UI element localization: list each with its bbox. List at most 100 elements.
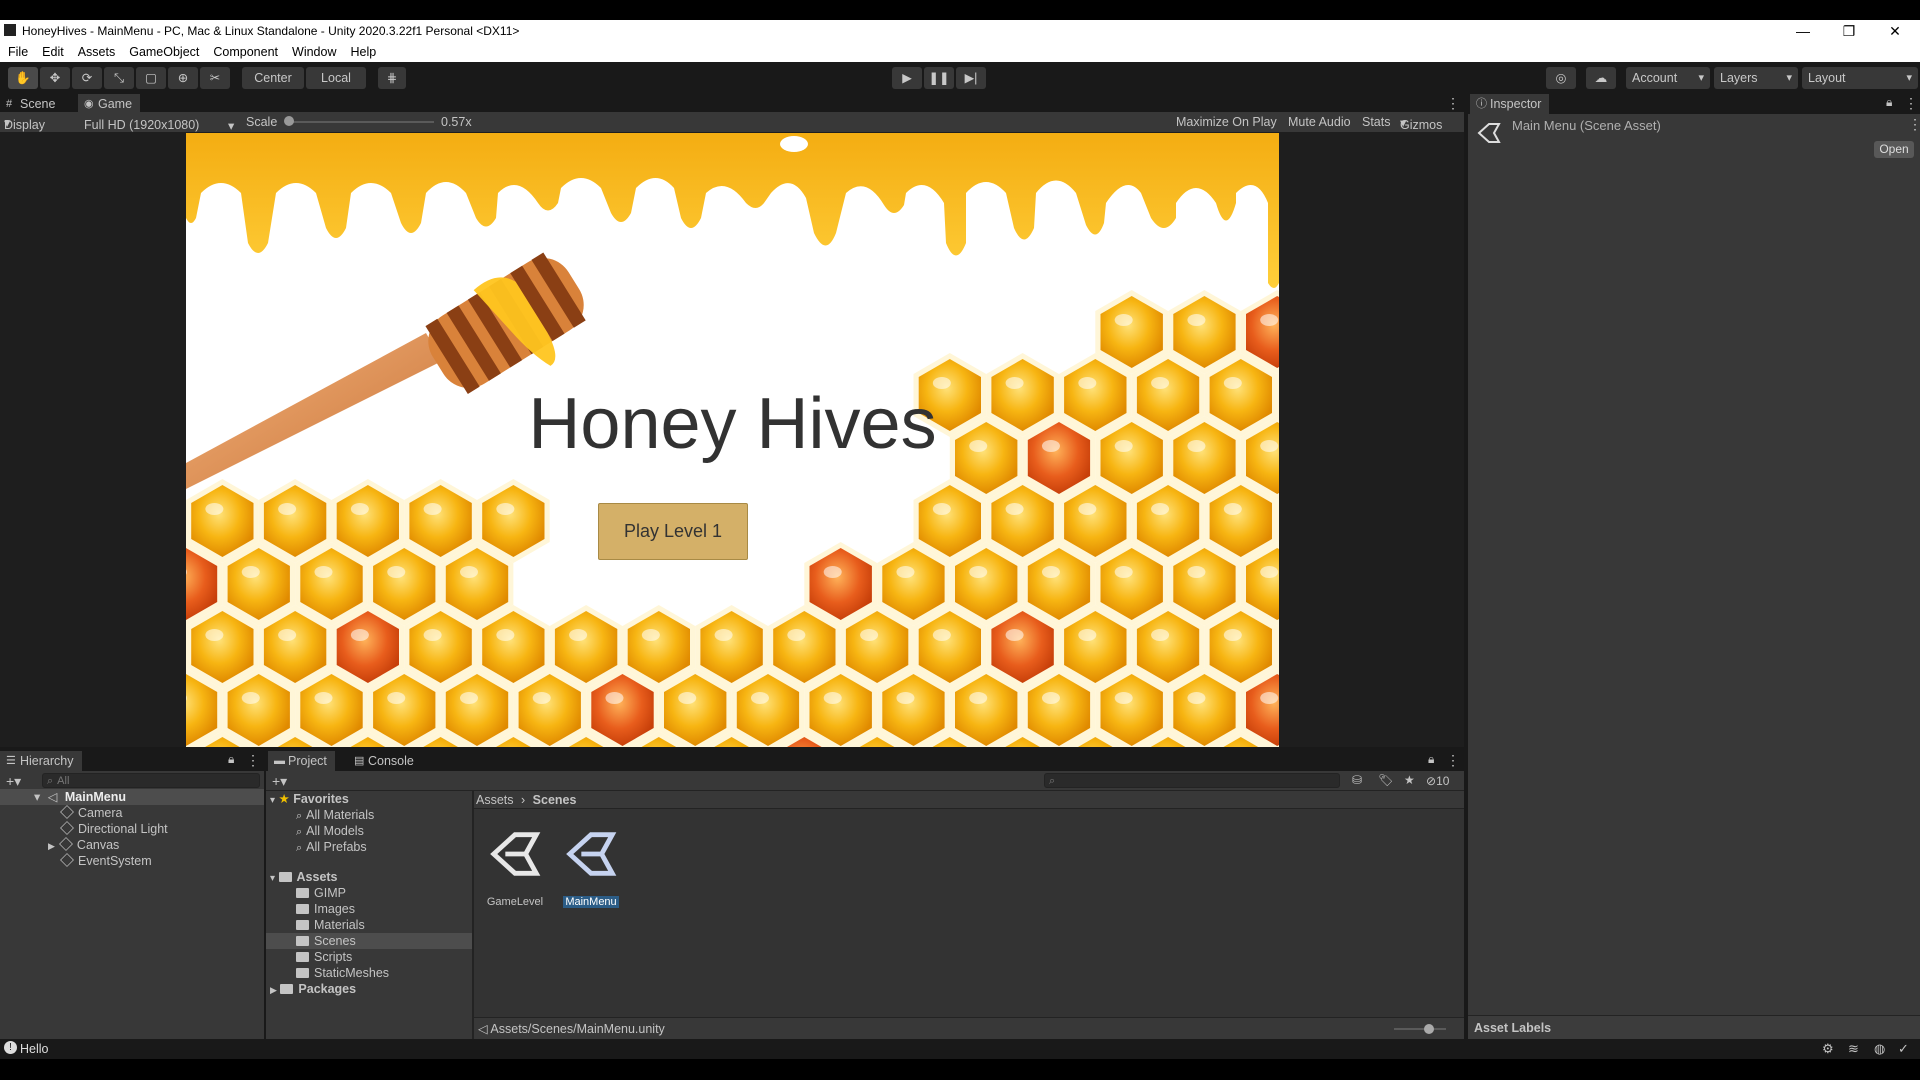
step-button[interactable]: ▶| xyxy=(956,67,986,89)
menu-help[interactable]: Help xyxy=(350,42,376,62)
favorites-row[interactable]: ▾ ★ Favorites xyxy=(270,791,349,807)
collab-icon[interactable]: ◎ xyxy=(1546,67,1576,89)
maximize-on-play-toggle[interactable]: Maximize On Play xyxy=(1176,115,1277,129)
menu-file[interactable]: File xyxy=(8,42,28,62)
close-button[interactable]: ✕ xyxy=(1872,20,1918,42)
layout-dropdown[interactable]: Layout xyxy=(1802,67,1918,89)
gizmos-dropdown[interactable]: Gizmos ▾ xyxy=(1400,115,1442,132)
hierarchy-scene-row[interactable]: ▾ ◁ MainMenu xyxy=(0,789,264,805)
hierarchy-panel: +▾ ⌕ All ▾ ◁ MainMenu Camera Directional … xyxy=(0,771,264,1039)
favorite-all-models[interactable]: ⌕ All Models xyxy=(296,823,364,839)
breadcrumb-root[interactable]: Assets xyxy=(476,793,514,807)
grid-snap-icon[interactable]: ⋕ xyxy=(378,67,406,89)
hierarchy-item-eventsystem[interactable]: EventSystem xyxy=(60,853,152,869)
add-object-button[interactable]: +▾ xyxy=(6,773,21,790)
folder-images[interactable]: Images xyxy=(296,901,355,917)
scale-tool-icon[interactable]: ⤡ xyxy=(104,67,134,89)
menu-assets[interactable]: Assets xyxy=(78,42,116,62)
pause-button[interactable]: ❚❚ xyxy=(924,67,954,89)
tab-project[interactable]: ▬ Project xyxy=(268,751,335,771)
hidden-packages-toggle[interactable]: ⊘10 xyxy=(1426,774,1449,788)
tab-inspector[interactable]: ⓘ Inspector xyxy=(1470,94,1550,114)
expand-arrow-icon[interactable]: ▾ xyxy=(270,795,275,806)
play-button[interactable]: ▶ xyxy=(892,67,922,89)
pivot-center-button[interactable]: Center xyxy=(242,67,304,89)
filter-by-label-icon[interactable]: 🏷︎ xyxy=(1378,773,1393,787)
tab-game[interactable]: ◉ Game xyxy=(78,94,141,114)
rotate-tool-icon[interactable]: ⟳ xyxy=(72,67,102,89)
rect-tool-icon[interactable]: ▢ xyxy=(136,67,166,89)
asset-kebab-icon[interactable]: ⋮ xyxy=(1908,116,1920,133)
favorite-star-icon[interactable]: ★ xyxy=(1404,773,1415,787)
hierarchy-search-input[interactable]: ⌕ All xyxy=(42,773,260,788)
hierarchy-item-label: Camera xyxy=(78,806,123,820)
layers-dropdown[interactable]: Layers xyxy=(1714,67,1798,89)
display-dropdown[interactable]: Display 1 ▾ xyxy=(4,115,45,146)
cloud-icon[interactable]: ☁ xyxy=(1586,67,1616,89)
expand-arrow-icon[interactable]: ▶ xyxy=(270,985,277,995)
project-lock-icon[interactable]: 🔒︎ xyxy=(1428,752,1434,767)
hierarchy-kebab-icon[interactable]: ⋮ xyxy=(246,752,260,769)
tab-console-label: Console xyxy=(368,754,414,768)
menu-gameobject[interactable]: GameObject xyxy=(129,42,199,62)
icon-size-slider-handle[interactable] xyxy=(1424,1024,1434,1034)
progress-icon[interactable]: ≋ xyxy=(1848,1041,1859,1057)
expand-arrow-icon[interactable]: ▶ xyxy=(48,841,55,851)
menu-component[interactable]: Component xyxy=(213,42,278,62)
hierarchy-item-canvas[interactable]: ▶ Canvas xyxy=(48,837,119,853)
hand-tool-icon[interactable]: ✋ xyxy=(8,67,38,89)
account-dropdown[interactable]: Account xyxy=(1626,67,1710,89)
menu-window[interactable]: Window xyxy=(292,42,336,62)
game-render[interactable]: Honey Hives Play Level 1 xyxy=(186,133,1279,747)
assets-root-row[interactable]: ▾ Assets xyxy=(270,869,338,885)
icon-size-slider[interactable] xyxy=(1394,1028,1446,1030)
scale-slider-handle[interactable] xyxy=(284,116,294,126)
scale-slider[interactable] xyxy=(288,121,434,123)
folder-staticmeshes[interactable]: StaticMeshes xyxy=(296,965,389,981)
packages-row[interactable]: ▶ Packages xyxy=(270,981,356,997)
tab-console[interactable]: ▤ Console xyxy=(348,751,422,771)
tab-scene[interactable]: # Scene xyxy=(0,94,63,114)
custom-tool-icon[interactable]: ✂ xyxy=(200,67,230,89)
pivot-local-button[interactable]: Local xyxy=(306,67,366,89)
filter-by-type-icon[interactable]: ⛁ xyxy=(1352,773,1362,787)
unity-scene-asset-icon xyxy=(490,832,541,876)
hierarchy-item-camera[interactable]: Camera xyxy=(60,805,122,821)
folder-scenes-selected[interactable]: Scenes xyxy=(266,933,472,949)
play-level-1-button[interactable]: Play Level 1 xyxy=(598,503,748,560)
project-search-input[interactable]: ⌕ xyxy=(1044,773,1340,788)
autogenerate-lighting-icon[interactable]: ◍ xyxy=(1874,1041,1885,1057)
status-message[interactable]: Hello xyxy=(20,1042,49,1056)
menu-edit[interactable]: Edit xyxy=(42,42,64,62)
lock-icon[interactable]: 🔒︎ xyxy=(1886,95,1892,110)
mute-audio-toggle[interactable]: Mute Audio xyxy=(1288,115,1351,129)
kebab-menu-icon[interactable]: ⋮ xyxy=(1446,95,1460,112)
hierarchy-item-directional-light[interactable]: Directional Light xyxy=(60,821,168,837)
asset-tile-gamelevel[interactable]: GameLevel xyxy=(484,825,546,908)
asset-tile-mainmenu[interactable]: MainMenu xyxy=(560,825,622,908)
debug-icon[interactable]: ⚙ xyxy=(1822,1041,1834,1057)
restore-button[interactable]: ❐ xyxy=(1826,20,1872,42)
favorite-all-prefabs[interactable]: ⌕ All Prefabs xyxy=(296,839,367,855)
tab-hierarchy[interactable]: ☰ Hierarchy xyxy=(0,751,82,771)
game-view-toolbar: Display 1 ▾ Full HD (1920x1080)▾ Scale 0… xyxy=(0,112,1464,146)
favorite-all-materials[interactable]: ⌕ All Materials xyxy=(296,807,374,823)
expand-arrow-icon[interactable]: ▾ xyxy=(34,790,40,804)
folder-icon xyxy=(296,936,309,946)
transform-tool-icon[interactable]: ⊕ xyxy=(168,67,198,89)
folder-materials[interactable]: Materials xyxy=(296,917,365,933)
minimize-button[interactable]: — xyxy=(1780,20,1826,42)
stats-toggle[interactable]: Stats xyxy=(1362,115,1391,129)
folder-scripts[interactable]: Scripts xyxy=(296,949,352,965)
move-tool-icon[interactable]: ✥ xyxy=(40,67,70,89)
hierarchy-lock-icon[interactable]: 🔒︎ xyxy=(228,752,234,767)
project-kebab-icon[interactable]: ⋮ xyxy=(1446,752,1460,769)
resolution-label: Full HD (1920x1080) xyxy=(84,118,200,132)
folder-gimp[interactable]: GIMP xyxy=(296,885,346,901)
check-icon[interactable]: ✓ xyxy=(1898,1041,1909,1057)
inspector-kebab-icon[interactable]: ⋮ xyxy=(1904,95,1918,112)
open-button[interactable]: Open xyxy=(1874,141,1914,158)
honeycomb-highlight xyxy=(1114,314,1133,326)
expand-arrow-icon[interactable]: ▾ xyxy=(270,873,275,884)
create-asset-button[interactable]: +▾ xyxy=(272,773,287,790)
